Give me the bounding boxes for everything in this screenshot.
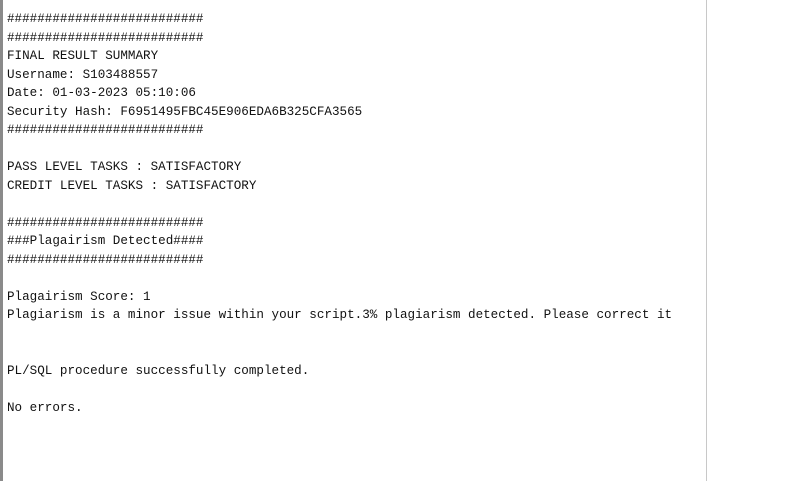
output-line: Date: 01-03-2023 05:10:06: [7, 86, 196, 100]
output-line: Plagairism Score: 1: [7, 289, 151, 304]
script-output-pane: ########################## #############…: [0, 0, 794, 481]
output-line: ##########################: [7, 252, 204, 267]
output-line: ##########################: [7, 12, 204, 26]
output-line: No errors.: [7, 400, 83, 415]
output-line: ##########################: [7, 215, 204, 230]
output-line: PL/SQL procedure successfully completed.: [7, 363, 310, 378]
pane-left-border: [0, 0, 3, 481]
print-margin-line: [706, 0, 707, 481]
output-line: ##########################: [7, 123, 204, 137]
output-line: ##########################: [7, 30, 204, 45]
output-line: Username: S103488557: [7, 67, 159, 82]
output-line: Plagiarism is a minor issue within your …: [7, 308, 673, 322]
output-line: FINAL RESULT SUMMARY: [7, 49, 159, 63]
output-line: CREDIT LEVEL TASKS : SATISFACTORY: [7, 178, 257, 193]
output-line: Security Hash: F6951495FBC45E906EDA6B325…: [7, 104, 363, 119]
output-line: ###Plagairism Detected####: [7, 234, 204, 248]
output-line: PASS LEVEL TASKS : SATISFACTORY: [7, 160, 242, 174]
output-text-area[interactable]: ########################## #############…: [7, 10, 672, 436]
